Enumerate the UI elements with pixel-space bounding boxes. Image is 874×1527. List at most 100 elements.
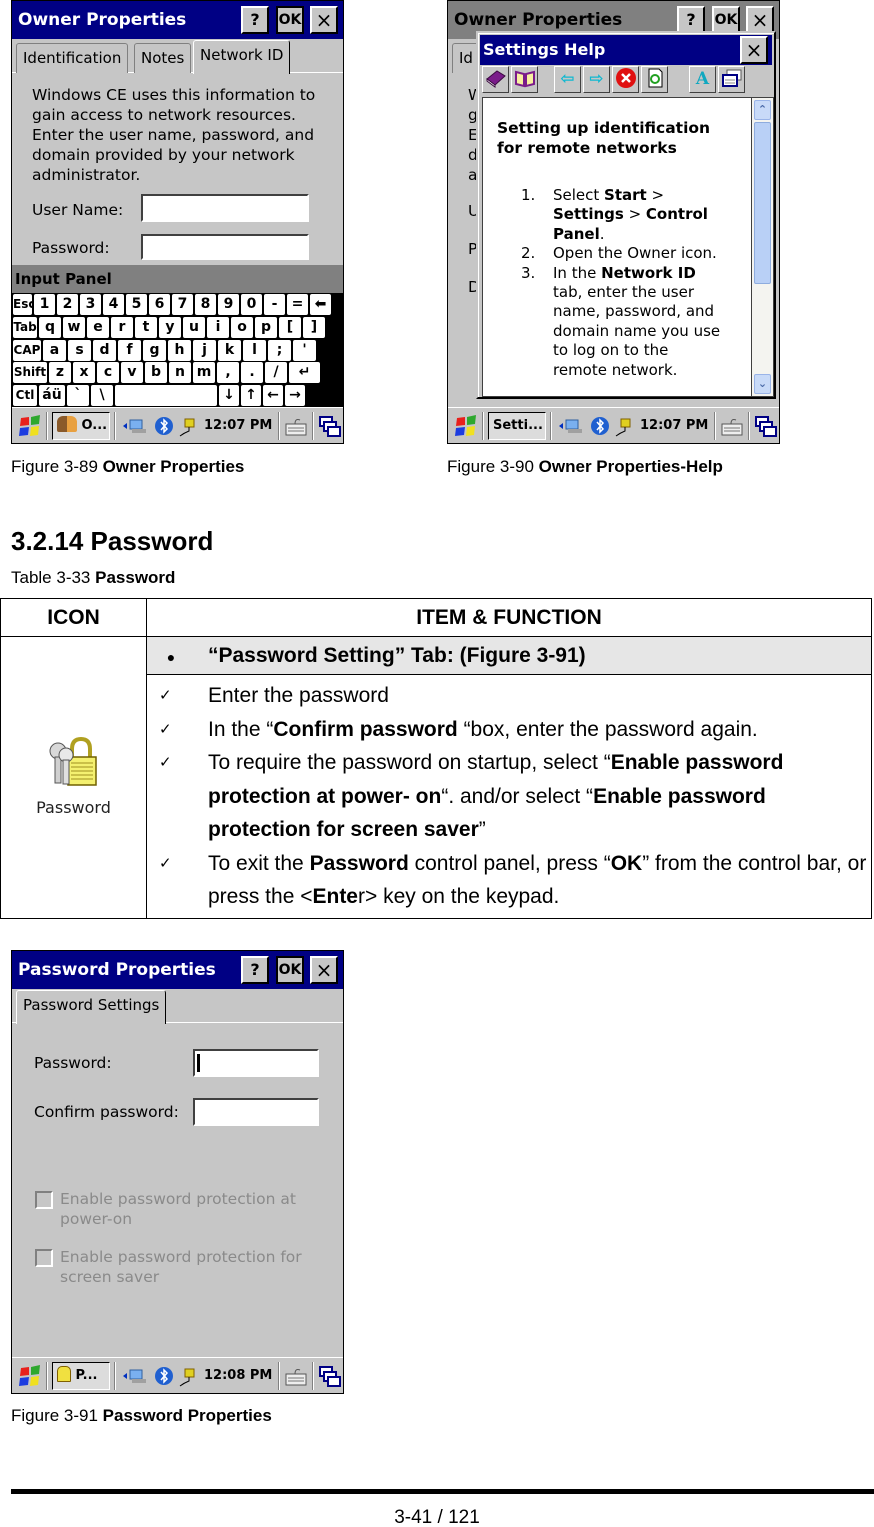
key-→[interactable]: → [285, 385, 305, 407]
start-windows-icon[interactable] [454, 414, 478, 438]
key-q[interactable]: q [39, 316, 61, 338]
key-←[interactable]: ← [263, 385, 283, 407]
key-g[interactable]: g [143, 339, 166, 361]
key-t[interactable]: t [135, 316, 157, 338]
switch-windows-icon[interactable] [755, 416, 777, 437]
contents-book-icon[interactable] [482, 66, 509, 93]
taskbar-owner-task[interactable]: O... [52, 412, 110, 440]
power-plug-icon[interactable] [178, 416, 198, 437]
key-j[interactable]: j [193, 339, 216, 361]
key-y[interactable]: y [159, 316, 181, 338]
key-=[interactable]: = [287, 294, 308, 315]
power-plug-icon[interactable] [614, 416, 634, 437]
key-s[interactable]: s [68, 339, 91, 361]
key-8[interactable]: 8 [195, 294, 216, 315]
key-7[interactable]: 7 [172, 294, 193, 315]
key-0[interactable]: 0 [241, 294, 262, 315]
tab-notes[interactable]: Notes [134, 43, 192, 73]
key-`[interactable]: ` [67, 385, 89, 407]
ok-button[interactable]: OK [276, 956, 304, 984]
stop-icon[interactable] [612, 66, 639, 93]
key-Shift[interactable]: Shift [13, 362, 47, 384]
switch-windows-icon[interactable] [319, 416, 341, 437]
back-arrow-icon[interactable]: ⇦ [554, 66, 581, 93]
key-2[interactable]: 2 [57, 294, 78, 315]
key-áü[interactable]: áü [39, 385, 65, 407]
taskbar-password-task[interactable]: P... [52, 1362, 110, 1390]
key-p[interactable]: p [255, 316, 277, 338]
forward-arrow-icon[interactable]: ⇨ [583, 66, 610, 93]
key-k[interactable]: k [218, 339, 241, 361]
key-,[interactable]: , [217, 362, 239, 384]
key-/[interactable]: / [265, 362, 287, 384]
help-button[interactable]: ? [241, 6, 269, 34]
key-o[interactable]: o [231, 316, 253, 338]
key-⬅[interactable]: ⬅ [310, 294, 331, 315]
ok-button[interactable]: OK [276, 6, 304, 34]
tab-network-id[interactable]: Network ID [193, 40, 291, 74]
key-;[interactable]: ; [268, 339, 291, 361]
key-Esc[interactable]: Esc [13, 294, 32, 315]
window-options-icon[interactable] [718, 66, 745, 93]
key-space[interactable] [115, 385, 217, 407]
password-input[interactable] [193, 1049, 319, 1077]
close-button[interactable]: × [310, 956, 338, 984]
start-windows-icon[interactable] [18, 414, 42, 438]
key-d[interactable]: d [93, 339, 116, 361]
key-[[interactable]: [ [279, 316, 301, 338]
clock[interactable]: 12:07 PM [640, 408, 708, 443]
key-r[interactable]: r [111, 316, 133, 338]
clock[interactable]: 12:07 PM [204, 408, 272, 443]
password-input[interactable] [141, 234, 309, 260]
key-b[interactable]: b [145, 362, 167, 384]
key-i[interactable]: i [207, 316, 229, 338]
power-on-protection-checkbox[interactable] [35, 1191, 53, 1209]
power-plug-icon[interactable] [178, 1366, 198, 1387]
clock[interactable]: 12:08 PM [204, 1358, 272, 1393]
user-name-input[interactable] [141, 194, 309, 222]
refresh-icon[interactable] [641, 66, 668, 93]
key-6[interactable]: 6 [149, 294, 170, 315]
key-↑[interactable]: ↑ [241, 385, 261, 407]
key-u[interactable]: u [183, 316, 205, 338]
confirm-password-input[interactable] [193, 1098, 319, 1126]
help-button[interactable]: ? [241, 956, 269, 984]
key-n[interactable]: n [169, 362, 191, 384]
bluetooth-icon[interactable] [590, 416, 610, 436]
scroll-thumb[interactable] [754, 122, 771, 284]
switch-windows-icon[interactable] [319, 1366, 341, 1387]
taskbar-settings-task[interactable]: Setti... [488, 412, 546, 440]
keyboard-icon[interactable] [721, 416, 743, 436]
key-Ctl[interactable]: Ctl [13, 385, 37, 407]
network-icon[interactable] [122, 1366, 148, 1386]
screen-saver-protection-checkbox[interactable] [35, 1249, 53, 1267]
tab-password-settings[interactable]: Password Settings [16, 990, 167, 1024]
key-↓[interactable]: ↓ [219, 385, 239, 407]
font-size-icon[interactable]: A [689, 66, 716, 93]
key-f[interactable]: f [118, 339, 141, 361]
network-icon[interactable] [122, 416, 148, 436]
key-h[interactable]: h [168, 339, 191, 361]
key-][interactable]: ] [303, 316, 325, 338]
key-v[interactable]: v [121, 362, 143, 384]
key-a[interactable]: a [43, 339, 66, 361]
key-9[interactable]: 9 [218, 294, 239, 315]
key-'[interactable]: ' [293, 339, 316, 361]
key-l[interactable]: l [243, 339, 266, 361]
key-e[interactable]: e [87, 316, 109, 338]
network-icon[interactable] [558, 416, 584, 436]
key-Tab[interactable]: Tab [13, 316, 37, 338]
key-m[interactable]: m [193, 362, 215, 384]
key-c[interactable]: c [97, 362, 119, 384]
keyboard-icon[interactable] [285, 416, 307, 436]
open-book-icon[interactable] [511, 66, 538, 93]
scroll-down-button[interactable]: ⌄ [754, 374, 771, 394]
start-windows-icon[interactable] [18, 1364, 42, 1388]
key-1[interactable]: 1 [34, 294, 55, 315]
key-↵[interactable]: ↵ [289, 362, 320, 384]
key-x[interactable]: x [73, 362, 95, 384]
bluetooth-icon[interactable] [154, 1366, 174, 1386]
key--[interactable]: - [264, 294, 285, 315]
key-w[interactable]: w [63, 316, 85, 338]
help-close-button[interactable]: × [740, 36, 768, 64]
